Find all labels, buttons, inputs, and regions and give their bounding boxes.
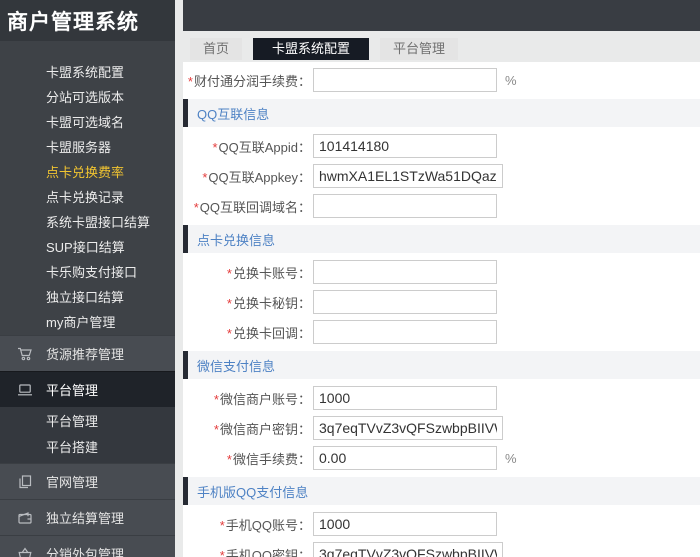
wechat-fee-row: *微信手续费： % — [183, 443, 700, 473]
field-label: *微信商户密钥： — [183, 419, 311, 438]
required-asterisk: * — [202, 170, 207, 185]
sidebar: 商户管理系统 卡盟系统配置 分站可选版本 卡盟可选域名 卡盟服务器 点卡兑换费率… — [0, 0, 175, 557]
qq-appkey-row: *QQ互联Appkey： — [183, 161, 700, 191]
exchange-card-secret-input[interactable] — [313, 290, 497, 314]
top-header-bar — [183, 0, 700, 31]
qq-appid-row: *QQ互联Appid： — [183, 131, 700, 161]
sidebar-menu: 卡盟系统配置 分站可选版本 卡盟可选域名 卡盟服务器 点卡兑换费率 点卡兑换记录… — [0, 41, 175, 335]
sidebar-section-supply-recommend[interactable]: 货源推荐管理 — [0, 335, 175, 371]
sidebar-item-kameng-domains[interactable]: 卡盟可选域名 — [0, 110, 175, 135]
required-asterisk: * — [227, 452, 232, 467]
sidebar-section-website-management[interactable]: 官网管理 — [0, 463, 175, 499]
tenpay-fee-row: *财付通分润手续费： % — [183, 65, 700, 95]
mobile-qq-key-row: *手机QQ密钥： — [183, 539, 700, 557]
exchange-card-callback-row: *兑换卡回调： — [183, 317, 700, 347]
sidebar-item-card-exchange-rate[interactable]: 点卡兑换费率 — [0, 160, 175, 185]
field-label: *手机QQ账号： — [183, 515, 311, 534]
wechat-merchant-key-input[interactable] — [313, 416, 503, 440]
laptop-icon — [17, 382, 33, 398]
wechat-merchant-account-row: *微信商户账号： — [183, 383, 700, 413]
sidebar-section-label: 货源推荐管理 — [46, 344, 124, 363]
required-asterisk: * — [212, 140, 217, 155]
wechat-merchant-account-input[interactable] — [313, 386, 497, 410]
required-asterisk: * — [214, 392, 219, 407]
required-asterisk: * — [194, 200, 199, 215]
required-asterisk: * — [220, 548, 225, 557]
app-title: 商户管理系统 — [0, 0, 175, 41]
sidebar-section-label: 分销外包管理 — [46, 544, 124, 557]
cart-icon — [17, 346, 33, 362]
field-label: *兑换卡秘钥： — [183, 293, 311, 312]
sidebar-section-distribution-outsourcing[interactable]: 分销外包管理 — [0, 535, 175, 557]
field-label: *微信手续费： — [183, 449, 311, 468]
percent-suffix: % — [505, 451, 517, 466]
sidebar-section-label: 官网管理 — [46, 472, 98, 491]
sidebar-item-kalegou-payment-api[interactable]: 卡乐购支付接口 — [0, 260, 175, 285]
sidebar-item-platform-setup[interactable]: 平台搭建 — [0, 435, 175, 461]
tab-platform-management[interactable]: 平台管理 — [380, 38, 458, 60]
section-header-card-exchange: 点卡兑换信息 — [183, 225, 700, 253]
wechat-fee-input[interactable] — [313, 446, 497, 470]
qq-callback-domain-row: *QQ互联回调域名： — [183, 191, 700, 221]
qq-appid-input[interactable] — [313, 134, 497, 158]
exchange-card-secret-row: *兑换卡秘钥： — [183, 287, 700, 317]
qq-callback-domain-input[interactable] — [313, 194, 497, 218]
sidebar-item-card-exchange-records[interactable]: 点卡兑换记录 — [0, 185, 175, 210]
sidebar-item-sup-api-settlement[interactable]: SUP接口结算 — [0, 235, 175, 260]
field-label: *兑换卡账号： — [183, 263, 311, 282]
tab-kameng-system-config[interactable]: 卡盟系统配置 — [253, 38, 369, 60]
basket-icon — [17, 546, 33, 557]
field-label: *兑换卡回调： — [183, 323, 311, 342]
mobile-qq-account-input[interactable] — [313, 512, 497, 536]
required-asterisk: * — [227, 266, 232, 281]
required-asterisk: * — [227, 326, 232, 341]
sidebar-section-label: 独立结算管理 — [46, 508, 124, 527]
exchange-card-callback-input[interactable] — [313, 320, 497, 344]
required-asterisk: * — [220, 518, 225, 533]
required-asterisk: * — [214, 422, 219, 437]
sidebar-item-system-kameng-api-settlement[interactable]: 系统卡盟接口结算 — [0, 210, 175, 235]
field-label: *QQ互联Appkey： — [183, 167, 311, 186]
sidebar-item-my-merchant-management[interactable]: my商户管理 — [0, 310, 175, 335]
sidebar-section-independent-settlement[interactable]: 独立结算管理 — [0, 499, 175, 535]
section-header-wechat-pay: 微信支付信息 — [183, 351, 700, 379]
mobile-qq-key-input[interactable] — [313, 542, 503, 557]
exchange-card-account-row: *兑换卡账号： — [183, 257, 700, 287]
field-label: *手机QQ密钥： — [183, 545, 311, 557]
sidebar-section-label: 平台管理 — [46, 380, 98, 399]
tenpay-fee-input[interactable] — [313, 68, 497, 92]
required-asterisk: * — [188, 74, 193, 89]
field-label: *QQ互联回调域名： — [183, 197, 311, 216]
platform-submenu: 平台管理 平台搭建 — [0, 407, 175, 463]
tab-home[interactable]: 首页 — [190, 38, 242, 60]
pages-icon — [17, 474, 33, 490]
required-asterisk: * — [227, 296, 232, 311]
section-header-mobile-qq-pay: 手机版QQ支付信息 — [183, 477, 700, 505]
exchange-card-account-input[interactable] — [313, 260, 497, 284]
field-label: *微信商户账号： — [183, 389, 311, 408]
section-header-qq-connect: QQ互联信息 — [183, 99, 700, 127]
mobile-qq-account-row: *手机QQ账号： — [183, 509, 700, 539]
field-label: *财付通分润手续费： — [183, 71, 311, 90]
sidebar-section-platform-management[interactable]: 平台管理 — [0, 371, 175, 407]
sidebar-item-platform-management-sub[interactable]: 平台管理 — [0, 409, 175, 435]
qq-appkey-input[interactable] — [313, 164, 503, 188]
sidebar-item-kameng-system-config[interactable]: 卡盟系统配置 — [0, 60, 175, 85]
sidebar-item-kameng-servers[interactable]: 卡盟服务器 — [0, 135, 175, 160]
config-form-panel: *财付通分润手续费： % QQ互联信息 *QQ互联Appid： *QQ互联App… — [183, 62, 700, 557]
wallet-icon — [17, 510, 33, 526]
percent-suffix: % — [505, 73, 517, 88]
tab-bar: 首页 卡盟系统配置 平台管理 — [190, 38, 458, 60]
sidebar-item-substation-versions[interactable]: 分站可选版本 — [0, 85, 175, 110]
field-label: *QQ互联Appid： — [183, 137, 311, 156]
sidebar-item-independent-api-settlement[interactable]: 独立接口结算 — [0, 285, 175, 310]
wechat-merchant-key-row: *微信商户密钥： — [183, 413, 700, 443]
